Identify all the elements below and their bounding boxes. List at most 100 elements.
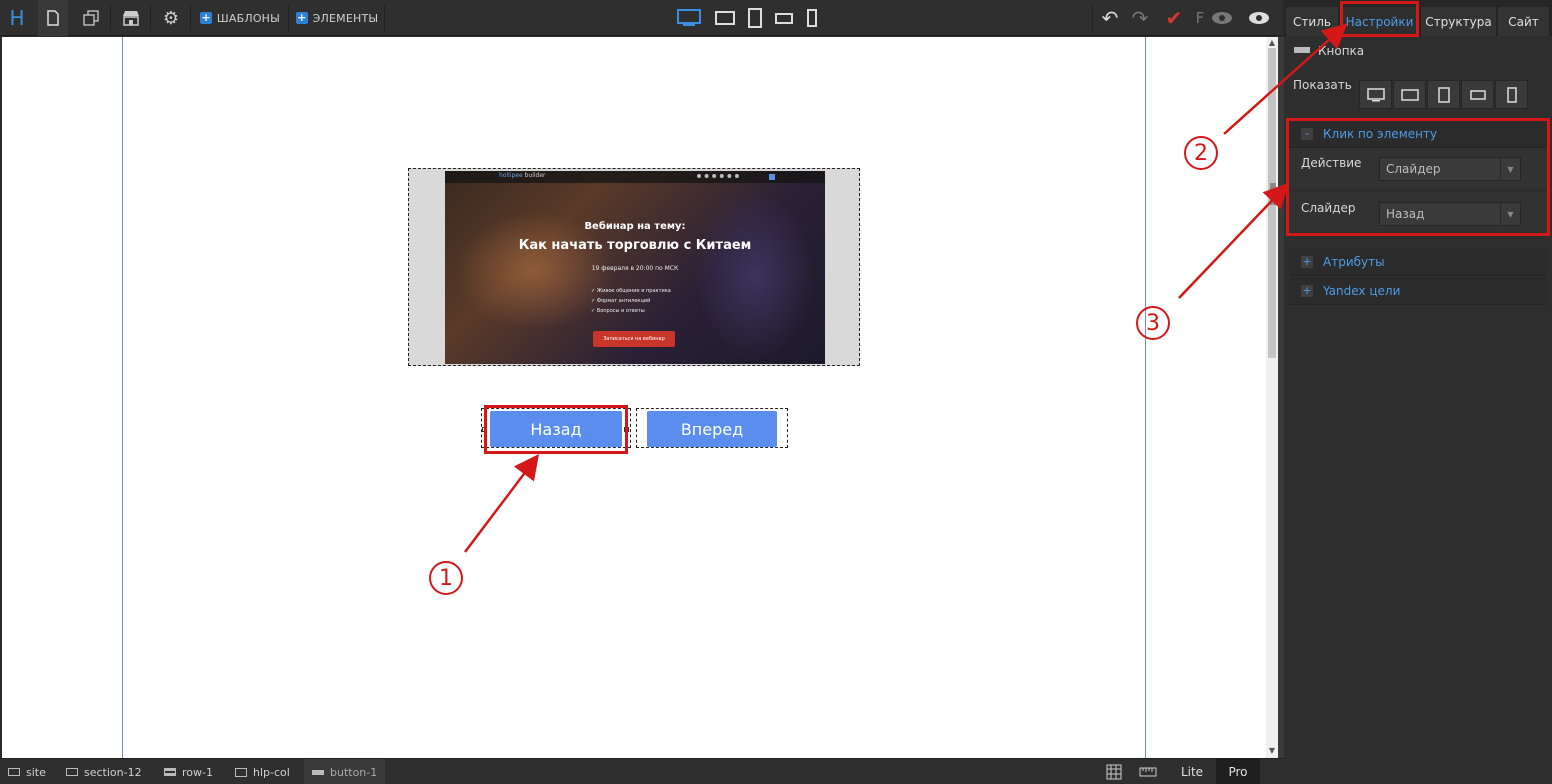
crumb-label: button-1: [330, 765, 378, 779]
preview-muted-button[interactable]: [1208, 0, 1236, 36]
ruler-toggle[interactable]: [1134, 759, 1162, 784]
templates-label: ШАБЛОНЫ: [216, 11, 281, 25]
logo-letter: H: [9, 6, 25, 30]
slide-nav-icons: [697, 174, 739, 179]
tab-label: Структура: [1425, 14, 1492, 29]
grid-toggle[interactable]: [1100, 759, 1128, 784]
store-button[interactable]: [116, 0, 146, 36]
f-button[interactable]: F: [1192, 0, 1208, 36]
yandex-section-title: Yandex цели: [1323, 284, 1401, 298]
element-type-title: Кнопка: [1318, 44, 1365, 58]
expand-icon[interactable]: +: [1301, 256, 1313, 268]
marker-number: 3: [1146, 310, 1160, 336]
store-icon: [123, 11, 139, 26]
tab-structure[interactable]: Структура: [1421, 7, 1497, 36]
slide-feature: Вопросы и ответы: [591, 306, 671, 316]
slide-brand-b: builder: [524, 172, 546, 179]
editor-window: H ⚙ + ШАБЛОНЫ + ЭЛЕМЕНТЫ ↶ ↷ ✔ F hollipe…: [0, 0, 1552, 784]
logo[interactable]: H: [4, 0, 30, 36]
tablet-portrait-icon: [1437, 86, 1450, 103]
phone-portrait-icon: [1506, 86, 1517, 103]
copy-icon: [83, 10, 99, 26]
tab-site[interactable]: Сайт: [1498, 7, 1550, 36]
button-element-icon: [1294, 47, 1310, 53]
device-tablet-portrait-button[interactable]: [742, 0, 768, 36]
annotation-marker-2: 2: [1184, 136, 1218, 170]
show-desktop-toggle[interactable]: [1359, 80, 1392, 109]
breadcrumb-section[interactable]: section-12: [66, 759, 142, 784]
tab-style[interactable]: Стиль: [1286, 7, 1339, 36]
slide-navbar: hollipee builder: [445, 171, 825, 183]
settings-button[interactable]: ⚙: [156, 0, 186, 36]
scroll-down-arrow[interactable]: ▼: [1266, 746, 1278, 756]
preview-button[interactable]: [1244, 0, 1274, 36]
eye-icon: [1249, 12, 1269, 24]
show-phone-portrait-toggle[interactable]: [1495, 80, 1528, 109]
settings-panel: Стиль Настройки Структура Сайт Кнопка По…: [1284, 0, 1552, 784]
marker-number: 2: [1194, 140, 1208, 166]
lite-mode-button[interactable]: Lite: [1170, 759, 1214, 784]
ruler-icon: [1139, 767, 1157, 777]
copy-button[interactable]: [76, 0, 106, 36]
toolbar-divider: [288, 5, 289, 31]
slider-forward-button[interactable]: Вперед: [647, 411, 777, 447]
editor-canvas[interactable]: hollipee builder Вебинар на тему: Как на…: [2, 37, 1266, 758]
slider-element[interactable]: hollipee builder Вебинар на тему: Как на…: [408, 168, 860, 366]
breadcrumb-site[interactable]: site: [8, 759, 46, 784]
gear-icon: ⚙: [162, 7, 180, 29]
device-phone-portrait-button[interactable]: [800, 0, 824, 36]
undo-icon: ↶: [1101, 6, 1119, 30]
slide-brand: hollipee builder: [499, 172, 546, 179]
page-icon: [47, 10, 59, 26]
device-phone-landscape-button[interactable]: [770, 0, 798, 36]
slide-title: Как начать торговлю с Китаем: [518, 238, 752, 253]
redo-button[interactable]: ↷: [1126, 0, 1154, 36]
breadcrumb-row[interactable]: row-1: [164, 759, 213, 784]
breadcrumb-button[interactable]: button-1: [304, 759, 386, 784]
device-tablet-landscape-button[interactable]: [710, 0, 740, 36]
templates-button[interactable]: + ШАБЛОНЫ: [196, 0, 284, 36]
phone-landscape-icon: [775, 13, 793, 24]
slide-nav-button: [769, 174, 775, 180]
yandex-section-header[interactable]: + Yandex цели: [1289, 277, 1547, 305]
device-desktop-button[interactable]: [674, 0, 704, 36]
attributes-section-title: Атрибуты: [1323, 255, 1385, 269]
site-icon: [8, 768, 20, 776]
phone-landscape-icon: [1469, 89, 1486, 100]
breadcrumb-col[interactable]: hlp-col: [235, 759, 290, 784]
crumb-label: section-12: [84, 765, 142, 779]
plus-icon: +: [295, 11, 308, 24]
toolbar-divider: [190, 5, 191, 31]
toolbar-divider: [150, 5, 151, 31]
slide-feature: Живое общение и практика: [591, 286, 671, 296]
slide-feature-list: Живое общение и практика Формат антилекц…: [591, 286, 671, 316]
toolbar-divider: [1092, 5, 1093, 31]
show-label: Показать: [1293, 78, 1352, 92]
crumb-label: site: [26, 765, 46, 779]
splitter-handle[interactable]: [1270, 183, 1276, 205]
slide-bg-speaker: [695, 191, 815, 361]
new-page-button[interactable]: [38, 0, 68, 36]
top-toolbar: H ⚙ + ШАБЛОНЫ + ЭЛЕМЕНТЫ ↶ ↷ ✔ F: [0, 0, 1282, 36]
undo-button[interactable]: ↶: [1096, 0, 1124, 36]
pro-mode-button[interactable]: Pro: [1216, 759, 1260, 784]
show-tablet-portrait-toggle[interactable]: [1427, 80, 1460, 109]
container-guide-right: [1145, 37, 1146, 758]
show-tablet-landscape-toggle[interactable]: [1393, 80, 1426, 109]
checkmark-icon: ✔: [1165, 6, 1183, 30]
desktop-icon: [1366, 87, 1385, 101]
expand-icon[interactable]: +: [1301, 285, 1313, 297]
highlight-click-section: [1286, 118, 1550, 236]
elements-button[interactable]: + ЭЛЕМЕНТЫ: [294, 0, 380, 36]
grid-icon: [1106, 764, 1122, 780]
show-phone-landscape-toggle[interactable]: [1461, 80, 1494, 109]
toolbar-divider: [384, 5, 385, 31]
annotation-marker-3: 3: [1136, 306, 1170, 340]
phone-portrait-icon: [807, 9, 817, 27]
scroll-up-arrow[interactable]: ▲: [1266, 38, 1278, 48]
section-icon: [66, 768, 78, 776]
attributes-section-header[interactable]: + Атрибуты: [1289, 248, 1547, 276]
highlight-back-button: [484, 405, 628, 454]
tablet-landscape-icon: [715, 11, 735, 25]
publish-button[interactable]: ✔: [1160, 0, 1188, 36]
